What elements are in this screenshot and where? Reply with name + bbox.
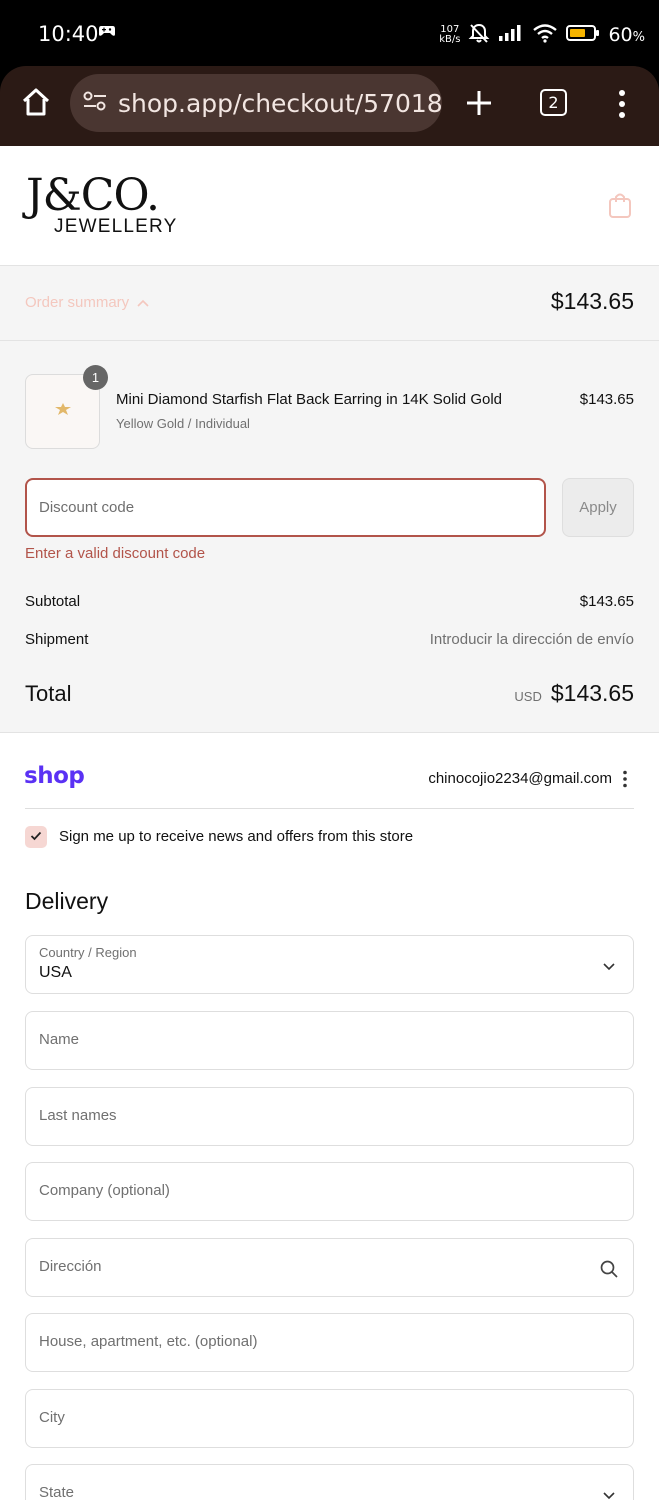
status-icons: 107 kB/s 60% xyxy=(439,20,645,50)
last-name-placeholder: Last names xyxy=(39,1107,117,1124)
product-variant: Yellow Gold / Individual xyxy=(116,416,250,431)
account-email: chinocojio2234@gmail.com xyxy=(428,770,612,787)
checkmark-icon xyxy=(30,828,42,846)
store-logo-main: J&CO. xyxy=(26,170,160,221)
status-bar: 10:40 107 kB/s 60% xyxy=(0,0,659,66)
browser-toolbar-surface: shop.app/checkout/57018942 2 xyxy=(0,66,659,146)
city-placeholder: City xyxy=(39,1409,65,1426)
chevron-down-icon xyxy=(599,956,619,976)
network-speed: 107 kB/s xyxy=(439,25,460,45)
site-settings-icon[interactable] xyxy=(82,90,108,117)
delivery-heading: Delivery xyxy=(25,888,109,914)
order-summary-toggle[interactable]: Order summary $143.65 xyxy=(0,266,659,341)
order-summary-label: Order summary xyxy=(25,294,130,311)
gamepad-icon xyxy=(98,24,116,43)
country-value: USA xyxy=(39,964,72,981)
account-more-icon[interactable] xyxy=(620,770,630,788)
bell-off-icon xyxy=(468,22,490,49)
total-amount: $143.65 xyxy=(550,680,634,706)
home-icon[interactable] xyxy=(18,84,54,120)
tab-switcher-button[interactable]: 2 xyxy=(540,89,567,116)
new-tab-icon[interactable] xyxy=(464,88,494,118)
browser-toolbar: shop.app/checkout/57018942 2 xyxy=(0,66,659,146)
total-label: Total xyxy=(25,681,72,706)
divider xyxy=(25,808,634,809)
earring-image xyxy=(53,402,73,421)
chevron-down-icon xyxy=(599,1485,619,1500)
discount-error-message: Enter a valid discount code xyxy=(25,545,206,562)
address-field[interactable]: Dirección xyxy=(25,1238,634,1297)
shop-pay-logo: shop xyxy=(24,763,85,789)
company-field[interactable]: Company (optional) xyxy=(25,1162,634,1221)
battery-icon xyxy=(566,24,600,47)
url-text[interactable]: shop.app/checkout/57018942 xyxy=(118,89,442,118)
browser-menu-icon[interactable] xyxy=(612,88,632,120)
total-currency: USD xyxy=(514,689,542,704)
newsletter-label[interactable]: Sign me up to receive news and offers fr… xyxy=(59,828,413,845)
city-field[interactable]: City xyxy=(25,1389,634,1448)
store-header: J&CO. JEWELLERY xyxy=(0,146,659,266)
first-name-field[interactable]: Name xyxy=(25,1011,634,1070)
newsletter-checkbox[interactable] xyxy=(25,826,47,848)
first-name-placeholder: Name xyxy=(39,1031,80,1048)
subtotal-label: Subtotal xyxy=(25,593,81,610)
chevron-up-icon xyxy=(137,294,149,311)
store-logo[interactable]: J&CO. JEWELLERY xyxy=(26,174,177,238)
signal-icon xyxy=(498,24,524,47)
status-time: 10:40 xyxy=(38,22,99,46)
shopping-bag-icon[interactable] xyxy=(606,190,634,220)
product-name: Mini Diamond Starfish Flat Back Earring … xyxy=(116,391,503,408)
battery-percent: 60% xyxy=(608,24,645,46)
state-select[interactable]: State xyxy=(25,1464,634,1500)
url-bar[interactable]: shop.app/checkout/57018942 xyxy=(70,74,442,132)
company-placeholder: Company (optional) xyxy=(39,1182,170,1199)
discount-code-input[interactable] xyxy=(25,478,546,537)
address-placeholder: Dirección xyxy=(39,1258,102,1275)
wifi-icon xyxy=(532,23,558,48)
apartment-placeholder: House, apartment, etc. (optional) xyxy=(39,1333,258,1350)
apply-discount-button[interactable]: Apply xyxy=(562,478,634,537)
order-summary-body: 1 Mini Diamond Starfish Flat Back Earrin… xyxy=(0,341,659,733)
subtotal-value: $143.65 xyxy=(579,593,634,610)
state-placeholder: State xyxy=(39,1484,75,1500)
battery-percent-value: 60 xyxy=(608,24,633,46)
battery-percent-suffix: % xyxy=(632,30,645,45)
total-value: USD $143.65 xyxy=(514,680,634,707)
quantity-badge: 1 xyxy=(83,365,108,390)
order-summary-link[interactable]: Order summary xyxy=(25,294,149,311)
country-select[interactable]: Country / Region USA xyxy=(25,935,634,994)
shipment-value: Introducir la dirección de envío xyxy=(429,631,634,648)
network-speed-unit: kB/s xyxy=(439,34,461,45)
order-summary-total: $143.65 xyxy=(550,288,634,314)
product-price: $143.65 xyxy=(579,391,634,408)
search-icon[interactable] xyxy=(599,1259,619,1279)
last-name-field[interactable]: Last names xyxy=(25,1087,634,1146)
store-logo-sub: JEWELLERY xyxy=(54,216,178,237)
apartment-field[interactable]: House, apartment, etc. (optional) xyxy=(25,1313,634,1372)
shipment-label: Shipment xyxy=(25,631,89,648)
country-label: Country / Region xyxy=(39,945,137,960)
